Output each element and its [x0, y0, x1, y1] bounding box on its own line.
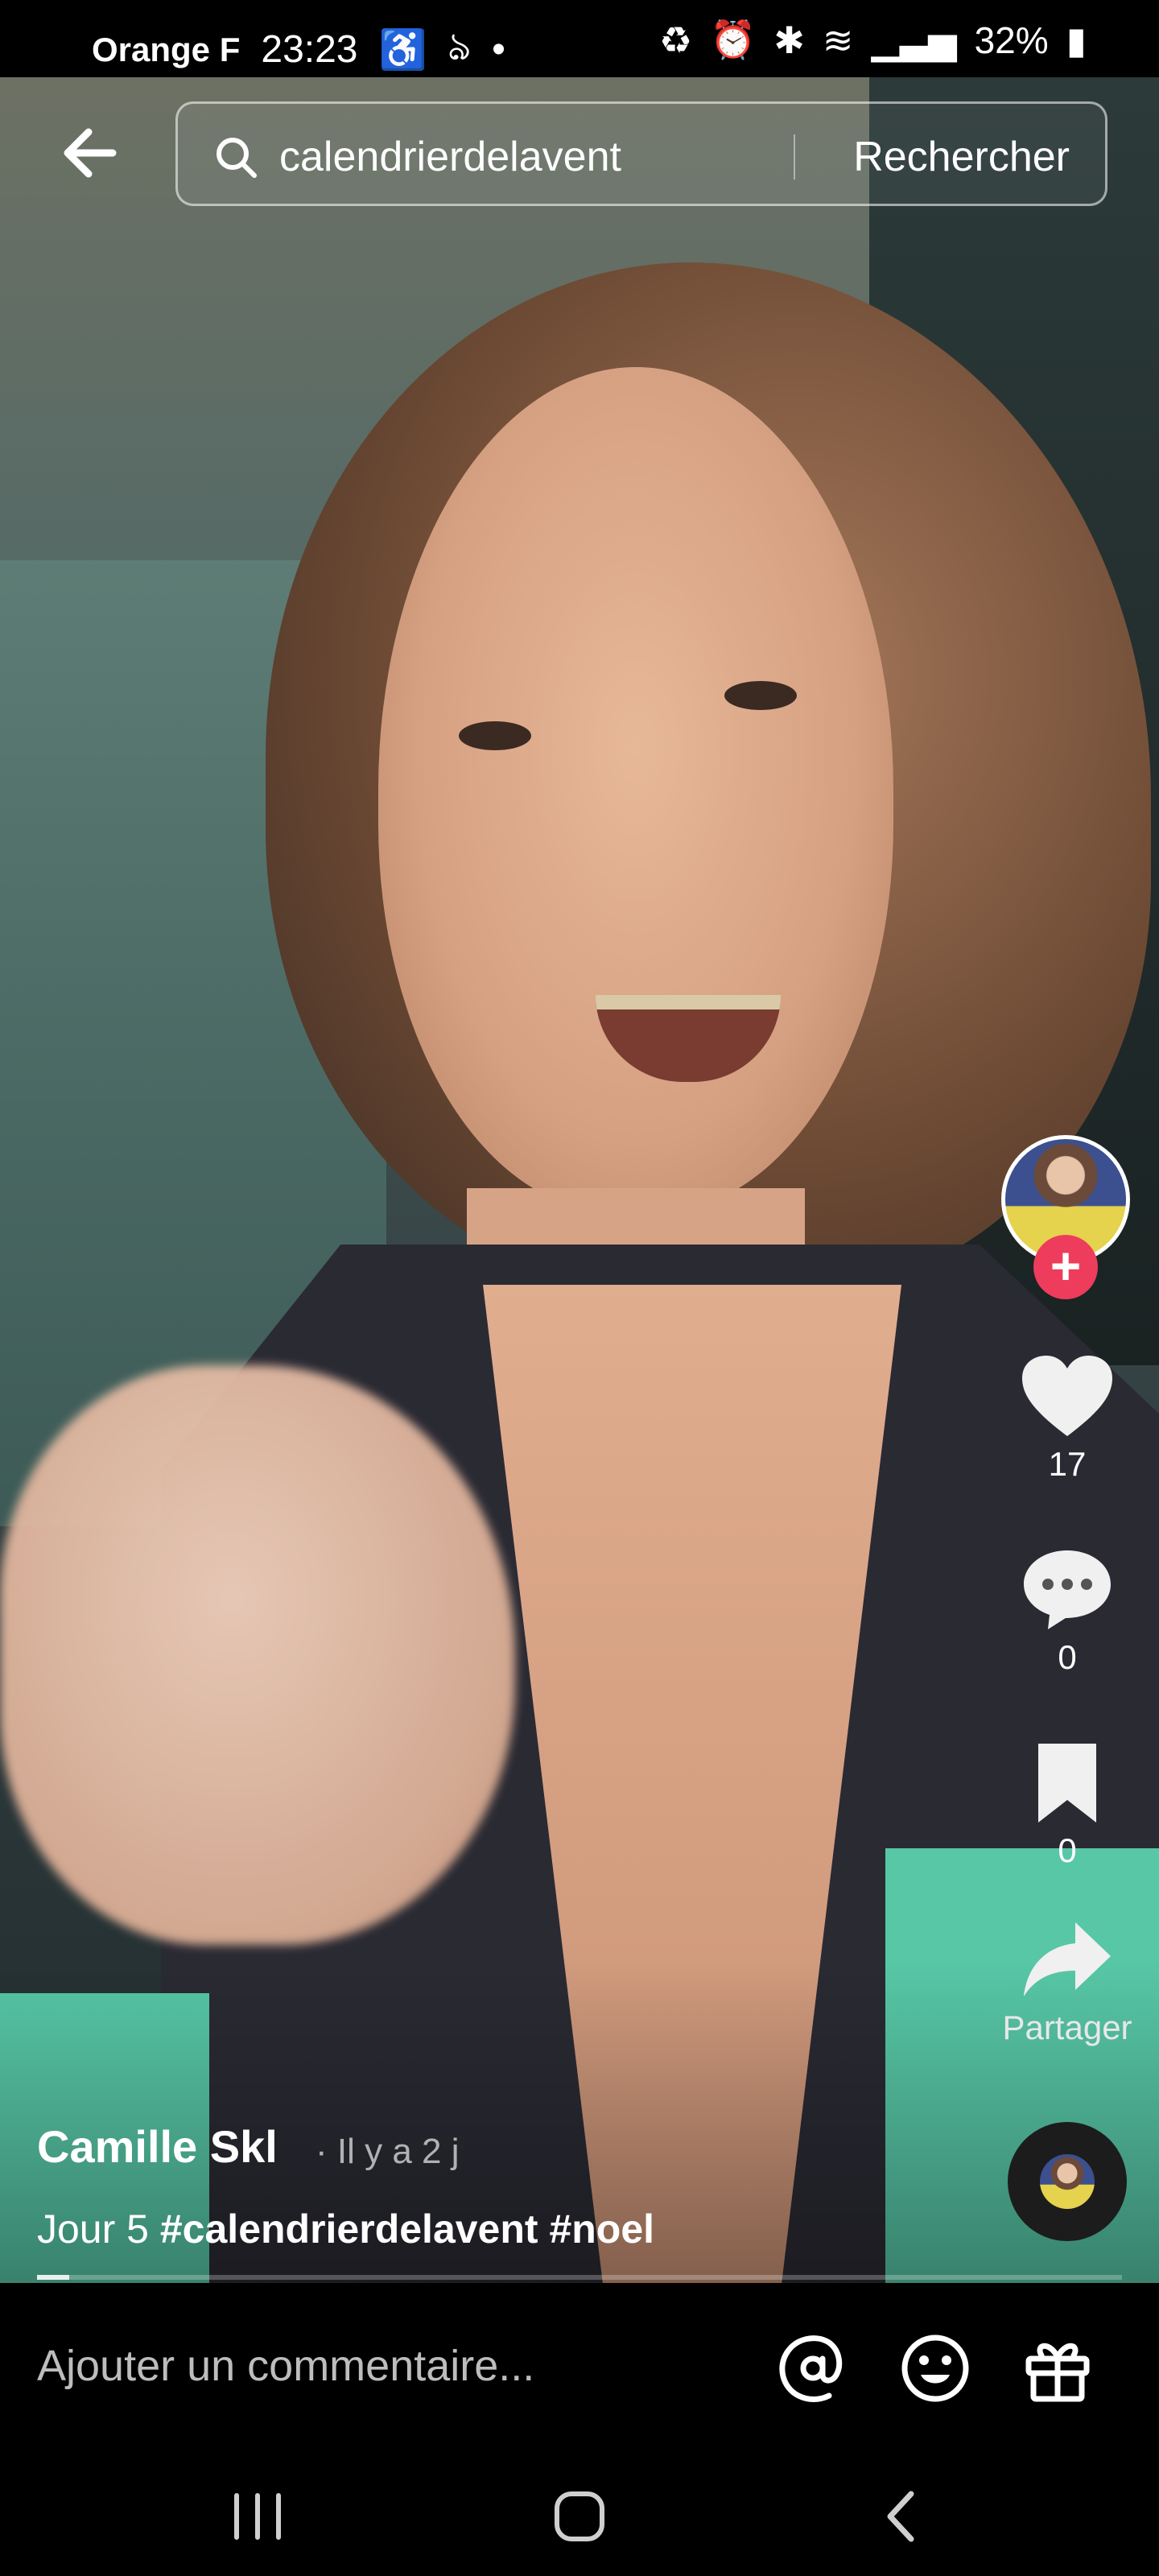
heart-icon	[1022, 1356, 1112, 1436]
music-cover	[1040, 2154, 1095, 2209]
bluetooth-icon: ✱	[773, 19, 805, 61]
carrier-label: Orange F	[92, 30, 241, 68]
search-input[interactable]: calendrierdelavent	[279, 133, 621, 181]
recent-apps-icon[interactable]	[217, 2484, 298, 2549]
divider	[794, 134, 795, 180]
alarm-icon: ⏰	[710, 19, 757, 60]
search-icon	[217, 138, 257, 178]
video-caption: Jour 5 #calendrierdelavent #noel	[37, 2206, 654, 2252]
music-disc[interactable]	[1008, 2122, 1127, 2241]
share-button[interactable]: Partager	[982, 1916, 1153, 2047]
video-progress-fill	[37, 2275, 70, 2280]
gift-icon[interactable]	[1017, 2328, 1098, 2409]
share-arrow-icon	[1024, 1922, 1111, 1996]
follow-button[interactable]: +	[1033, 1235, 1098, 1299]
battery-level: 32%	[974, 19, 1049, 61]
like-button[interactable]: 17	[982, 1352, 1153, 1484]
post-time: · Il y a 2 j	[316, 2132, 460, 2171]
back-button[interactable]	[56, 117, 129, 189]
search-bar[interactable]: calendrierdelavent Rechercher	[175, 101, 1107, 206]
app-notification-icon: ঌ	[448, 26, 472, 68]
save-button[interactable]: 0	[982, 1739, 1153, 1870]
battery-icon: ▮	[1066, 19, 1087, 61]
share-label: Partager	[1002, 2008, 1132, 2046]
status-bar: Orange F 23:23 ♿ ঌ • ♻ ⏰ ✱ ≋ ▁▃▅ 32% ▮	[0, 0, 1159, 77]
clock: 23:23	[261, 28, 358, 71]
comment-bar: Ajouter un commentaire...	[0, 2283, 1159, 2452]
back-nav-icon[interactable]	[861, 2484, 942, 2549]
comment-count: 0	[1058, 1638, 1077, 1676]
comment-button[interactable]: 0	[982, 1546, 1153, 1677]
system-navigation-bar	[0, 2452, 1159, 2576]
caption-hashtags[interactable]: #calendrierdelavent #noel	[160, 2207, 654, 2252]
save-count: 0	[1058, 1831, 1077, 1869]
search-button[interactable]: Rechercher	[853, 133, 1070, 181]
comment-bubble-icon	[1024, 1550, 1111, 1629]
video-progress-bar[interactable]	[37, 2275, 1122, 2280]
at-icon[interactable]	[773, 2328, 853, 2409]
bookmark-icon	[1038, 1744, 1096, 1823]
battery-saver-icon: ♻	[658, 19, 693, 61]
comment-input[interactable]: Ajouter un commentaire...	[37, 2341, 534, 2391]
caption-text: Jour 5	[37, 2207, 149, 2252]
accessibility-icon: ♿	[378, 29, 427, 72]
wifi-icon: ≋	[822, 19, 854, 61]
signal-icon: ▁▃▅	[871, 19, 957, 61]
home-icon[interactable]	[539, 2484, 620, 2549]
author-name[interactable]: Camille Skl	[37, 2120, 278, 2173]
arrow-left-icon	[64, 128, 117, 178]
notification-dot-icon: •	[492, 28, 505, 71]
video-subject	[378, 367, 893, 1212]
emoji-icon[interactable]	[895, 2328, 975, 2409]
like-count: 17	[1048, 1445, 1087, 1483]
